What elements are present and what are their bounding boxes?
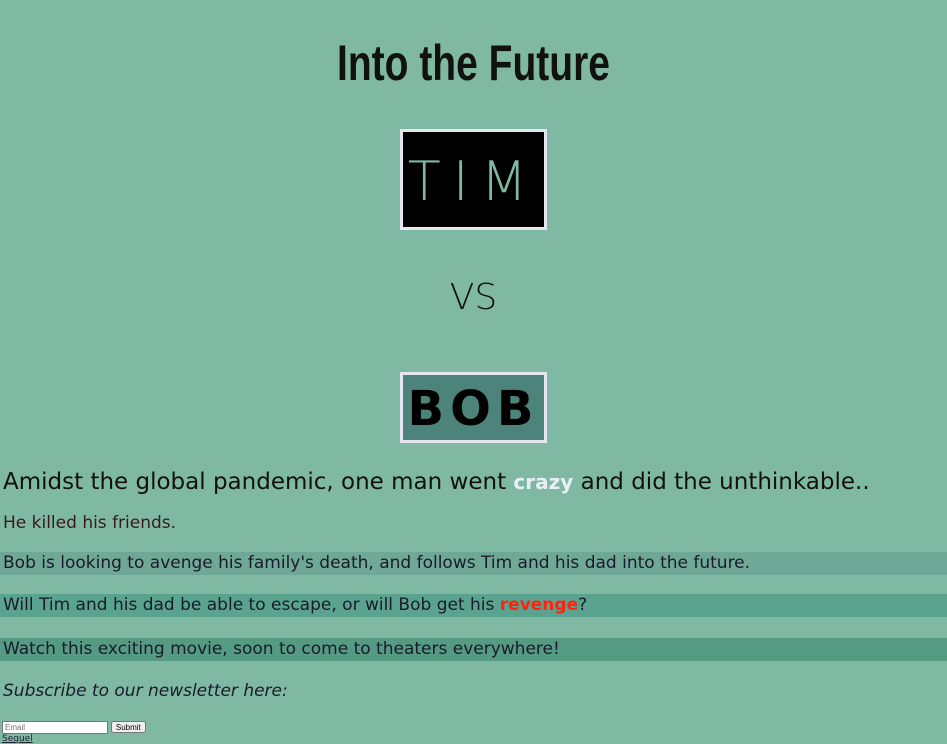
page-title: Into the Future [337, 35, 610, 91]
lead-heading: Amidst the global pandemic, one man went… [3, 467, 947, 497]
tim-logo-text: TIM [407, 150, 540, 213]
newsletter-form: Submit [2, 721, 947, 734]
bob-logo: BOB [400, 372, 547, 443]
vs-text: VS [449, 277, 498, 318]
p3-end: ? [578, 595, 588, 615]
sequel-link[interactable]: Sequel [2, 734, 947, 744]
email-input[interactable] [2, 721, 108, 734]
paragraph-3: Will Tim and his dad be able to escape, … [0, 594, 947, 617]
submit-button[interactable]: Submit [110, 721, 146, 733]
bob-logo-text: BOB [407, 381, 540, 437]
lead-text-end: and did the unthinkable.. [573, 469, 870, 495]
p3-text: Will Tim and his dad be able to escape, … [3, 595, 500, 615]
subscribe-label: Subscribe to our newsletter here: [3, 681, 288, 701]
tim-logo: TIM [400, 129, 547, 230]
paragraph-1: He killed his friends. [3, 513, 177, 533]
paragraph-4: Watch this exciting movie, soon to come … [0, 638, 947, 661]
revenge-word: revenge [499, 595, 579, 615]
crazy-word: crazy [513, 470, 574, 494]
paragraph-2: Bob is looking to avenge his family's de… [0, 552, 947, 575]
lead-text: Amidst the global pandemic, one man went [3, 469, 514, 495]
